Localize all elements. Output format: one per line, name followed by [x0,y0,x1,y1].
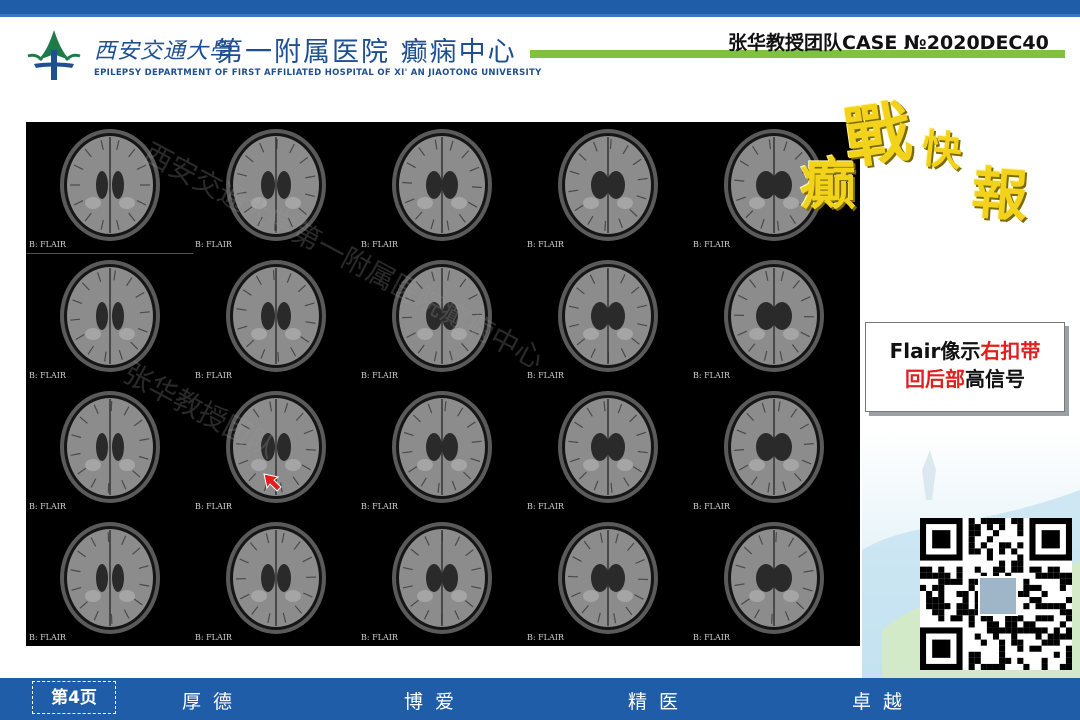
mri-slice: B: FLAIR [27,516,193,646]
slice-label: B: FLAIR [527,240,564,249]
university-logo [24,26,84,84]
mri-slice: B: FLAIR [525,385,691,515]
slogan-logo: 癫 戰 快 報 [792,78,1072,278]
finding-location-2: 回后部 [905,367,965,391]
lesion-arrow-icon [263,473,282,492]
slogan-char-3: 快 [919,125,964,176]
mri-slice: B: FLAIR [691,516,857,646]
footer-bar [0,678,1080,720]
slice-label: B: FLAIR [195,633,232,642]
footer-motto-3: 精医 [628,691,691,713]
footer-motto-4: 卓越 [852,691,915,713]
slice-label: B: FLAIR [527,371,564,380]
slice-label: B: FLAIR [693,633,730,642]
slice-label: B: FLAIR [361,371,398,380]
university-name-cn: 西安交通大學 [94,39,233,64]
mri-slice: B: FLAIR [193,385,359,515]
mri-slice: B: FLAIR [27,385,193,515]
case-label: 张华教授团队CASE №2020DEC40 [728,32,1049,54]
slice-label: B: FLAIR [693,240,730,249]
mri-slice: B: FLAIR [525,254,691,384]
mri-slice: B: FLAIR [359,516,525,646]
department-name-cn: 第一附属医院 癫痫中心 [216,37,517,68]
department-name-en: EPILEPSY DEPARTMENT OF FIRST AFFILIATED … [94,68,542,78]
mri-slice: B: FLAIR [193,516,359,646]
slice-label: B: FLAIR [29,371,66,380]
mri-slice: B: FLAIR [359,123,525,253]
slice-label: B: FLAIR [29,502,66,511]
qr-avatar [978,576,1018,616]
mri-slice: B: FLAIR [359,385,525,515]
slice-label: B: FLAIR [527,633,564,642]
slice-label: B: FLAIR [29,633,66,642]
logo-icon [27,30,81,80]
mri-slice: B: FLAIR [193,254,359,384]
slice-label: B: FLAIR [195,240,232,249]
finding-line-2: 回后部高信号 [866,365,1064,393]
footer-motto-1: 厚德 [182,691,245,713]
finding-callout: Flair像示右扣带 回后部高信号 [865,322,1065,412]
finding-location-1: 右扣带 [980,339,1041,363]
footer-motto-2: 博爱 [404,691,467,713]
mri-slice: B: FLAIR [193,123,359,253]
mri-slice: B: FLAIR [27,123,193,254]
top-bar-accent [0,14,1080,17]
slogan-char-2: 戰 [839,91,916,179]
mri-slice: B: FLAIR [691,385,857,515]
slice-label: B: FLAIR [29,240,66,249]
page-number: 第4页 [32,681,116,714]
mri-slice: B: FLAIR [525,516,691,646]
mri-slice: B: FLAIR [359,254,525,384]
slice-label: B: FLAIR [361,502,398,511]
slice-label: B: FLAIR [195,371,232,380]
qr-code[interactable] [920,518,1072,670]
slogan-char-4: 報 [969,160,1030,230]
finding-prefix: Flair像示 [889,339,981,363]
slice-label: B: FLAIR [693,371,730,380]
top-bar [0,0,1080,14]
finding-line-1: Flair像示右扣带 [866,337,1064,365]
mri-slice: B: FLAIR [27,254,193,384]
slice-label: B: FLAIR [195,502,232,511]
slice-label: B: FLAIR [361,633,398,642]
finding-suffix: 高信号 [965,367,1025,391]
slice-label: B: FLAIR [527,502,564,511]
mri-flair-grid: B: FLAIR B: FLAIR B: FLAIR B: FLAIR B: FLAIR… [26,122,860,646]
slice-label: B: FLAIR [693,502,730,511]
slice-label: B: FLAIR [361,240,398,249]
mri-slice: B: FLAIR [525,123,691,253]
